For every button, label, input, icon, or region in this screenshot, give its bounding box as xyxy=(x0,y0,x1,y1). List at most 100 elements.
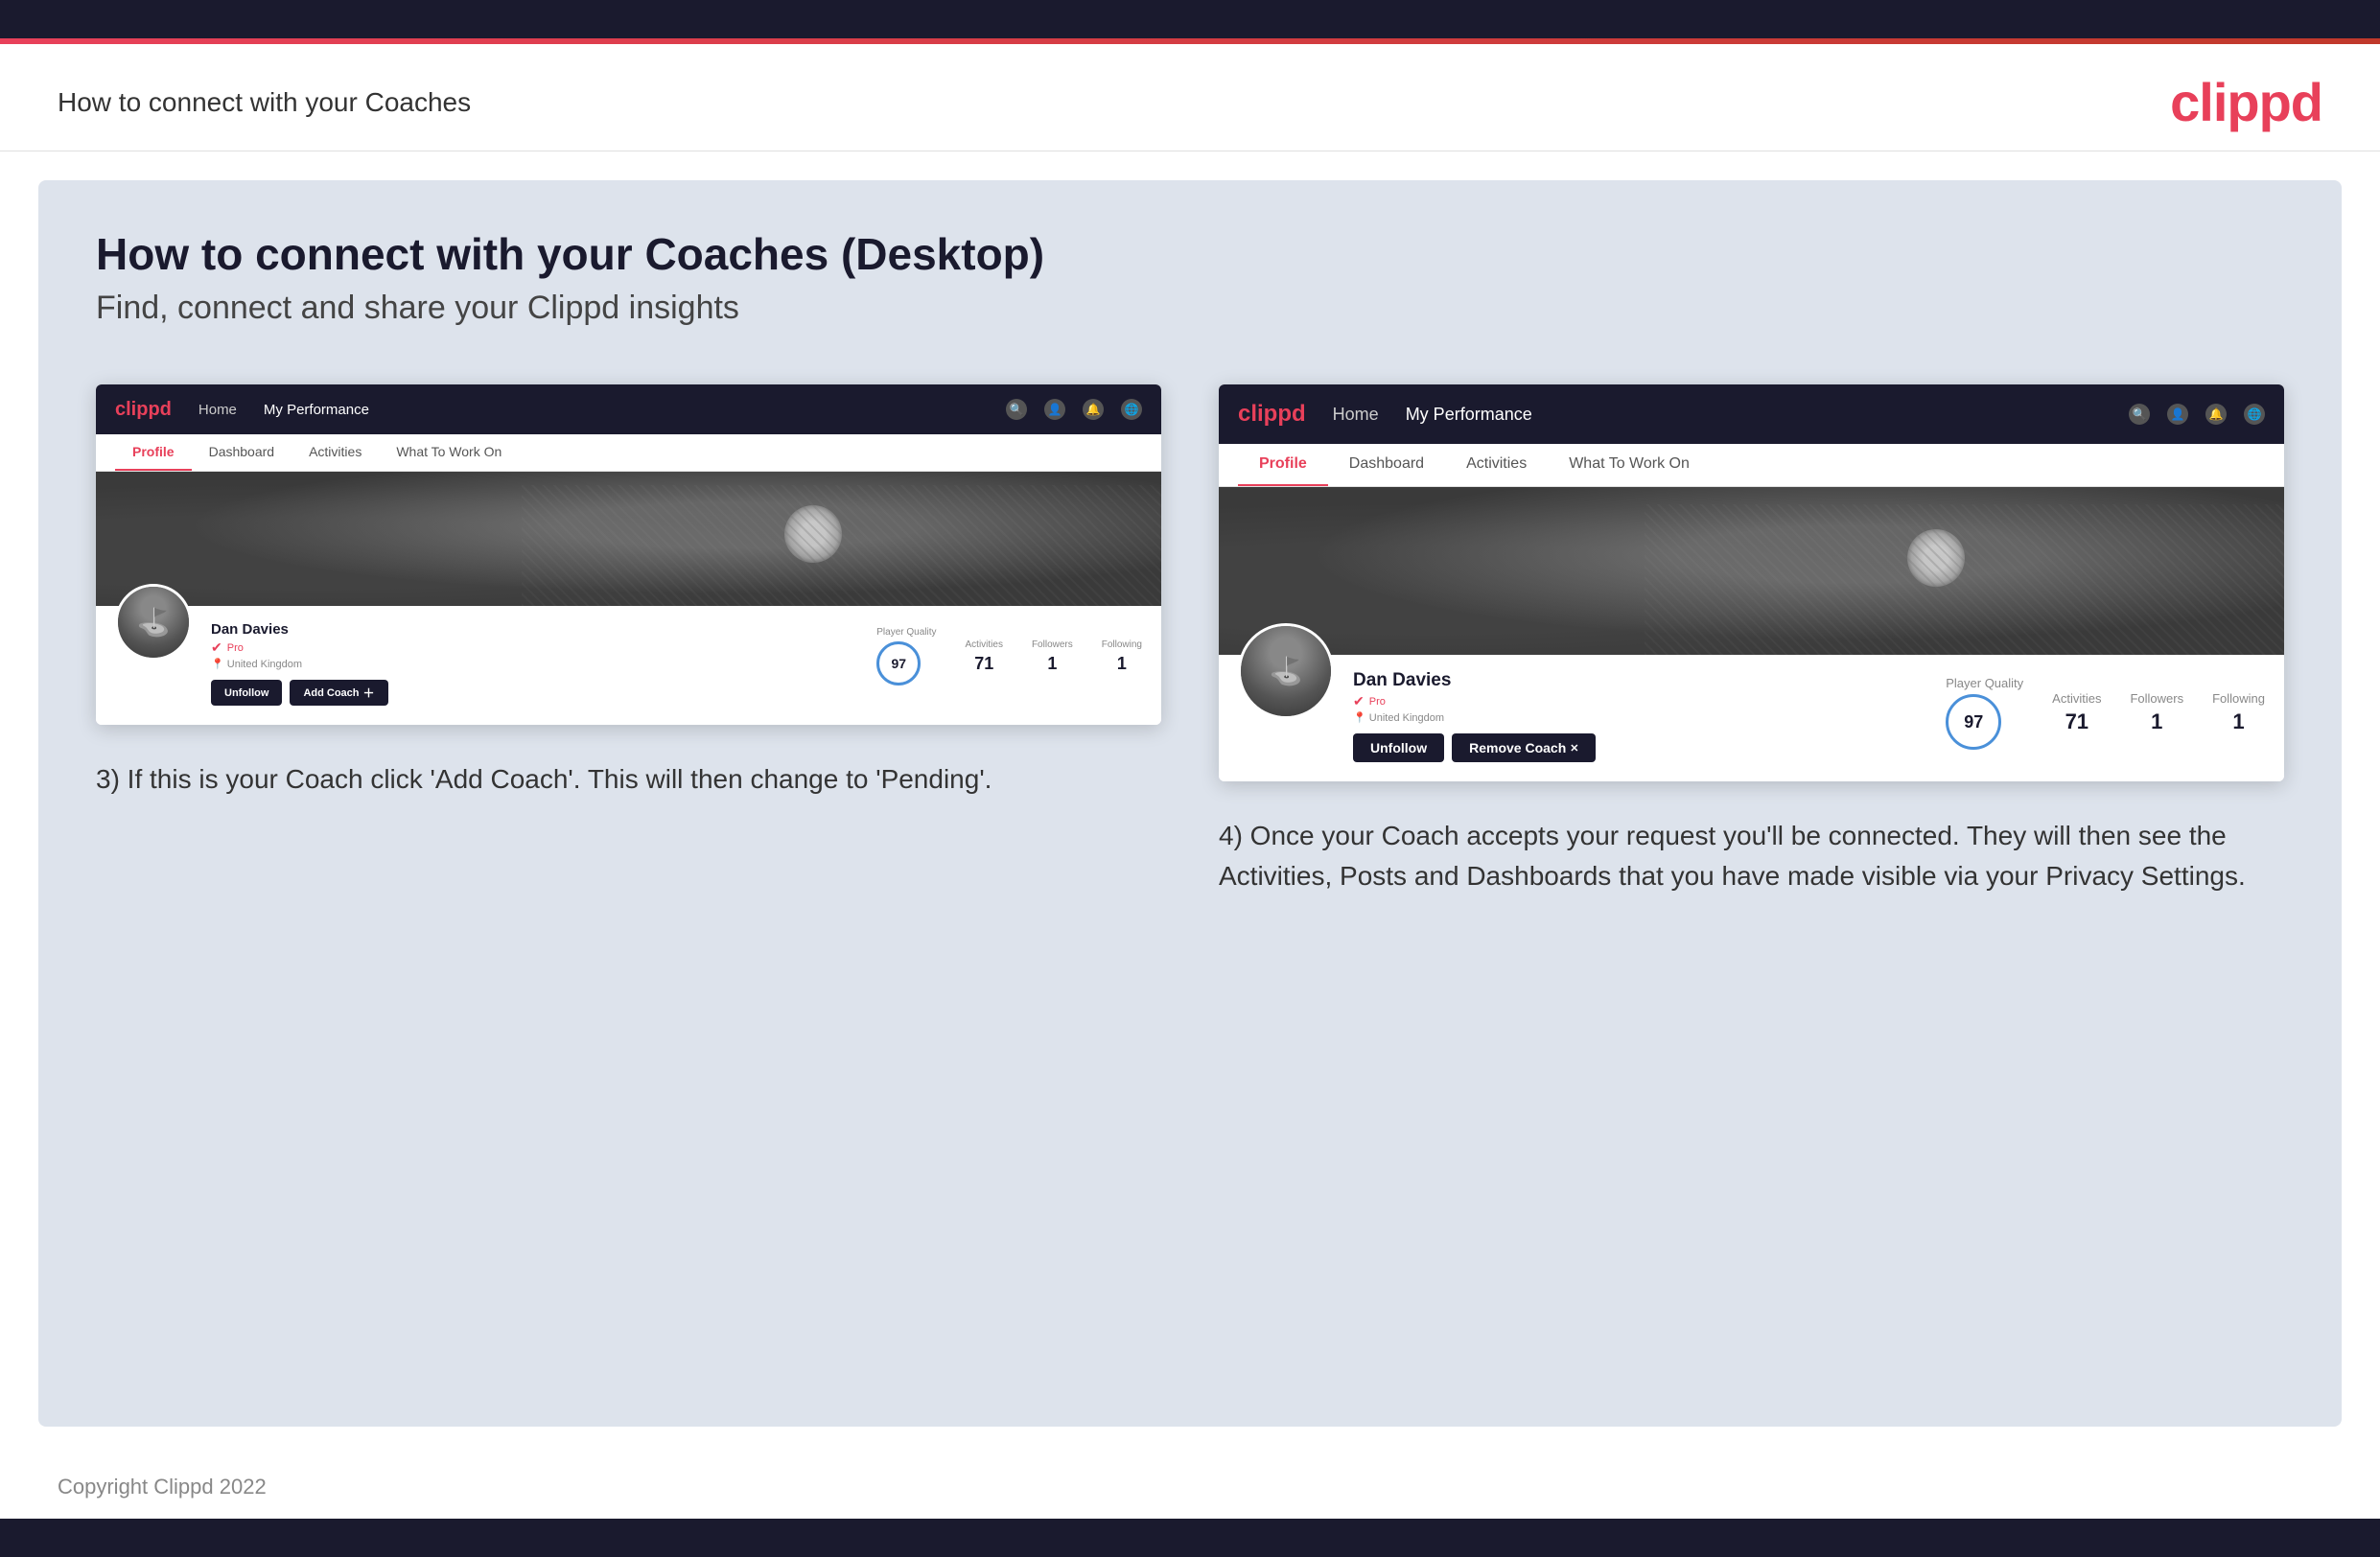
mockup-1-profile-area: Dan Davies ✔ Pro 📍 United Kingdom Unfoll… xyxy=(96,606,1161,725)
username-1: Dan Davies xyxy=(211,621,857,638)
location-text-2: United Kingdom xyxy=(1369,712,1444,724)
stat-following-1: Following 1 xyxy=(1102,639,1142,674)
mockup-1-logo: clippd xyxy=(115,399,172,421)
add-coach-label: Add Coach xyxy=(303,687,359,699)
mockup-1-nav-home[interactable]: Home xyxy=(198,402,237,418)
plus-icon: ＋ xyxy=(363,685,375,701)
pq-circle-1: 97 xyxy=(876,641,921,686)
mockup-2-nav-icons: 🔍 👤 🔔 🌐 xyxy=(2129,404,2265,425)
mockup-1-stats: Player Quality 97 Activities 71 Follower… xyxy=(876,617,1142,686)
act-label-1: Activities xyxy=(966,639,1003,650)
foing-value-2: 1 xyxy=(2212,709,2265,734)
main-content: How to connect with your Coaches (Deskto… xyxy=(38,180,2342,1427)
main-title: How to connect with your Coaches (Deskto… xyxy=(96,228,2284,280)
mockup-2-stats: Player Quality 97 Activities 71 Follower… xyxy=(1946,666,2265,750)
tab-activities-2[interactable]: Activities xyxy=(1445,444,1548,486)
pq-circle-2: 97 xyxy=(1946,694,2001,750)
stat-activities-1: Activities 71 xyxy=(966,639,1003,674)
remove-coach-button[interactable]: Remove Coach ✕ xyxy=(1452,733,1596,762)
globe-icon[interactable]: 🌐 xyxy=(1121,399,1142,420)
mockup-1-nav-icons: 🔍 👤 🔔 🌐 xyxy=(1006,399,1142,420)
stat-player-quality-2: Player Quality 97 xyxy=(1946,676,2023,750)
user-location-2: 📍 United Kingdom xyxy=(1353,711,1926,724)
tab-dashboard-2[interactable]: Dashboard xyxy=(1328,444,1445,486)
avatar-2 xyxy=(1238,623,1334,719)
banner-overlay-2 xyxy=(1219,487,2284,655)
mockup-1-nav-performance[interactable]: My Performance xyxy=(264,402,369,418)
search-icon-2[interactable]: 🔍 xyxy=(2129,404,2150,425)
clippd-logo: clippd xyxy=(2170,71,2322,133)
mockup-1: clippd Home My Performance 🔍 👤 🔔 🌐 Profi… xyxy=(96,384,1161,725)
bottom-bar xyxy=(0,1519,2380,1557)
main-subtitle: Find, connect and share your Clippd insi… xyxy=(96,290,2284,327)
description-1: 3) If this is your Coach click 'Add Coac… xyxy=(96,759,1161,800)
avatar-figure-2 xyxy=(1241,626,1331,716)
mockup-2-buttons: Unfollow Remove Coach ✕ xyxy=(1353,733,1926,762)
mockup-2-banner xyxy=(1219,487,2284,655)
pq-label-1: Player Quality xyxy=(876,627,936,638)
remove-coach-label: Remove Coach xyxy=(1469,740,1566,755)
user-badge-2: ✔ Pro xyxy=(1353,693,1926,709)
user-icon-2[interactable]: 👤 xyxy=(2167,404,2188,425)
foing-value-1: 1 xyxy=(1102,654,1142,674)
mockup-2-tabs: Profile Dashboard Activities What To Wor… xyxy=(1219,444,2284,487)
tab-what-to-work-on-1[interactable]: What To Work On xyxy=(379,434,519,471)
fol-label-1: Followers xyxy=(1032,639,1073,650)
pq-label-2: Player Quality xyxy=(1946,676,2023,690)
add-coach-button[interactable]: Add Coach ＋ xyxy=(290,680,387,706)
avatar-figure-1 xyxy=(118,587,189,658)
screenshot-col-2: clippd Home My Performance 🔍 👤 🔔 🌐 Profi… xyxy=(1219,384,2284,896)
tab-profile-1[interactable]: Profile xyxy=(115,434,192,471)
bell-icon-2[interactable]: 🔔 xyxy=(2205,404,2227,425)
screenshots-row: clippd Home My Performance 🔍 👤 🔔 🌐 Profi… xyxy=(96,384,2284,896)
badge-text-2: Pro xyxy=(1369,696,1386,708)
search-icon[interactable]: 🔍 xyxy=(1006,399,1027,420)
footer: Copyright Clippd 2022 xyxy=(0,1455,2380,1519)
mockup-2-logo: clippd xyxy=(1238,401,1306,428)
mockup-1-navbar: clippd Home My Performance 🔍 👤 🔔 🌐 xyxy=(96,384,1161,434)
user-location-1: 📍 United Kingdom xyxy=(211,658,857,670)
banner-overlay-1 xyxy=(96,472,1161,606)
screenshot-col-1: clippd Home My Performance 🔍 👤 🔔 🌐 Profi… xyxy=(96,384,1161,896)
page-title: How to connect with your Coaches xyxy=(58,87,471,118)
tab-activities-1[interactable]: Activities xyxy=(292,434,379,471)
stat-following-2: Following 1 xyxy=(2212,691,2265,734)
user-badge-1: ✔ Pro xyxy=(211,639,857,656)
tab-dashboard-1[interactable]: Dashboard xyxy=(192,434,292,471)
foing-label-2: Following xyxy=(2212,691,2265,706)
mockup-2: clippd Home My Performance 🔍 👤 🔔 🌐 Profi… xyxy=(1219,384,2284,781)
checkmark-icon-1: ✔ xyxy=(211,639,222,656)
act-value-1: 71 xyxy=(966,654,1003,674)
act-value-2: 71 xyxy=(2052,709,2101,734)
mockup-2-nav-home[interactable]: Home xyxy=(1333,405,1379,425)
avatar-1 xyxy=(115,584,192,661)
mockup-2-navbar: clippd Home My Performance 🔍 👤 🔔 🌐 xyxy=(1219,384,2284,444)
unfollow-button-1[interactable]: Unfollow xyxy=(211,680,282,706)
bell-icon[interactable]: 🔔 xyxy=(1083,399,1104,420)
fol-value-1: 1 xyxy=(1032,654,1073,674)
header: How to connect with your Coaches clippd xyxy=(0,44,2380,151)
unfollow-button-2[interactable]: Unfollow xyxy=(1353,733,1444,762)
username-2: Dan Davies xyxy=(1353,670,1926,691)
mockup-1-user-info: Dan Davies ✔ Pro 📍 United Kingdom Unfoll… xyxy=(211,617,857,706)
top-bar xyxy=(0,0,2380,38)
location-text-1: United Kingdom xyxy=(227,659,302,670)
stat-followers-1: Followers 1 xyxy=(1032,639,1073,674)
foing-label-1: Following xyxy=(1102,639,1142,650)
act-label-2: Activities xyxy=(2052,691,2101,706)
fol-value-2: 1 xyxy=(2130,709,2183,734)
mockup-2-user-info: Dan Davies ✔ Pro 📍 United Kingdom Unfoll… xyxy=(1353,666,1926,762)
user-icon[interactable]: 👤 xyxy=(1044,399,1065,420)
fol-label-2: Followers xyxy=(2130,691,2183,706)
mockup-1-tabs: Profile Dashboard Activities What To Wor… xyxy=(96,434,1161,472)
x-icon: ✕ xyxy=(1570,742,1578,755)
tab-profile-2[interactable]: Profile xyxy=(1238,444,1328,486)
mockup-1-buttons: Unfollow Add Coach ＋ xyxy=(211,680,857,706)
stat-activities-2: Activities 71 xyxy=(2052,691,2101,734)
description-2: 4) Once your Coach accepts your request … xyxy=(1219,816,2284,896)
checkmark-icon-2: ✔ xyxy=(1353,693,1365,709)
globe-icon-2[interactable]: 🌐 xyxy=(2244,404,2265,425)
mockup-2-profile-area: Dan Davies ✔ Pro 📍 United Kingdom Unfoll… xyxy=(1219,655,2284,781)
mockup-2-nav-performance[interactable]: My Performance xyxy=(1406,405,1532,425)
tab-what-to-work-on-2[interactable]: What To Work On xyxy=(1548,444,1711,486)
